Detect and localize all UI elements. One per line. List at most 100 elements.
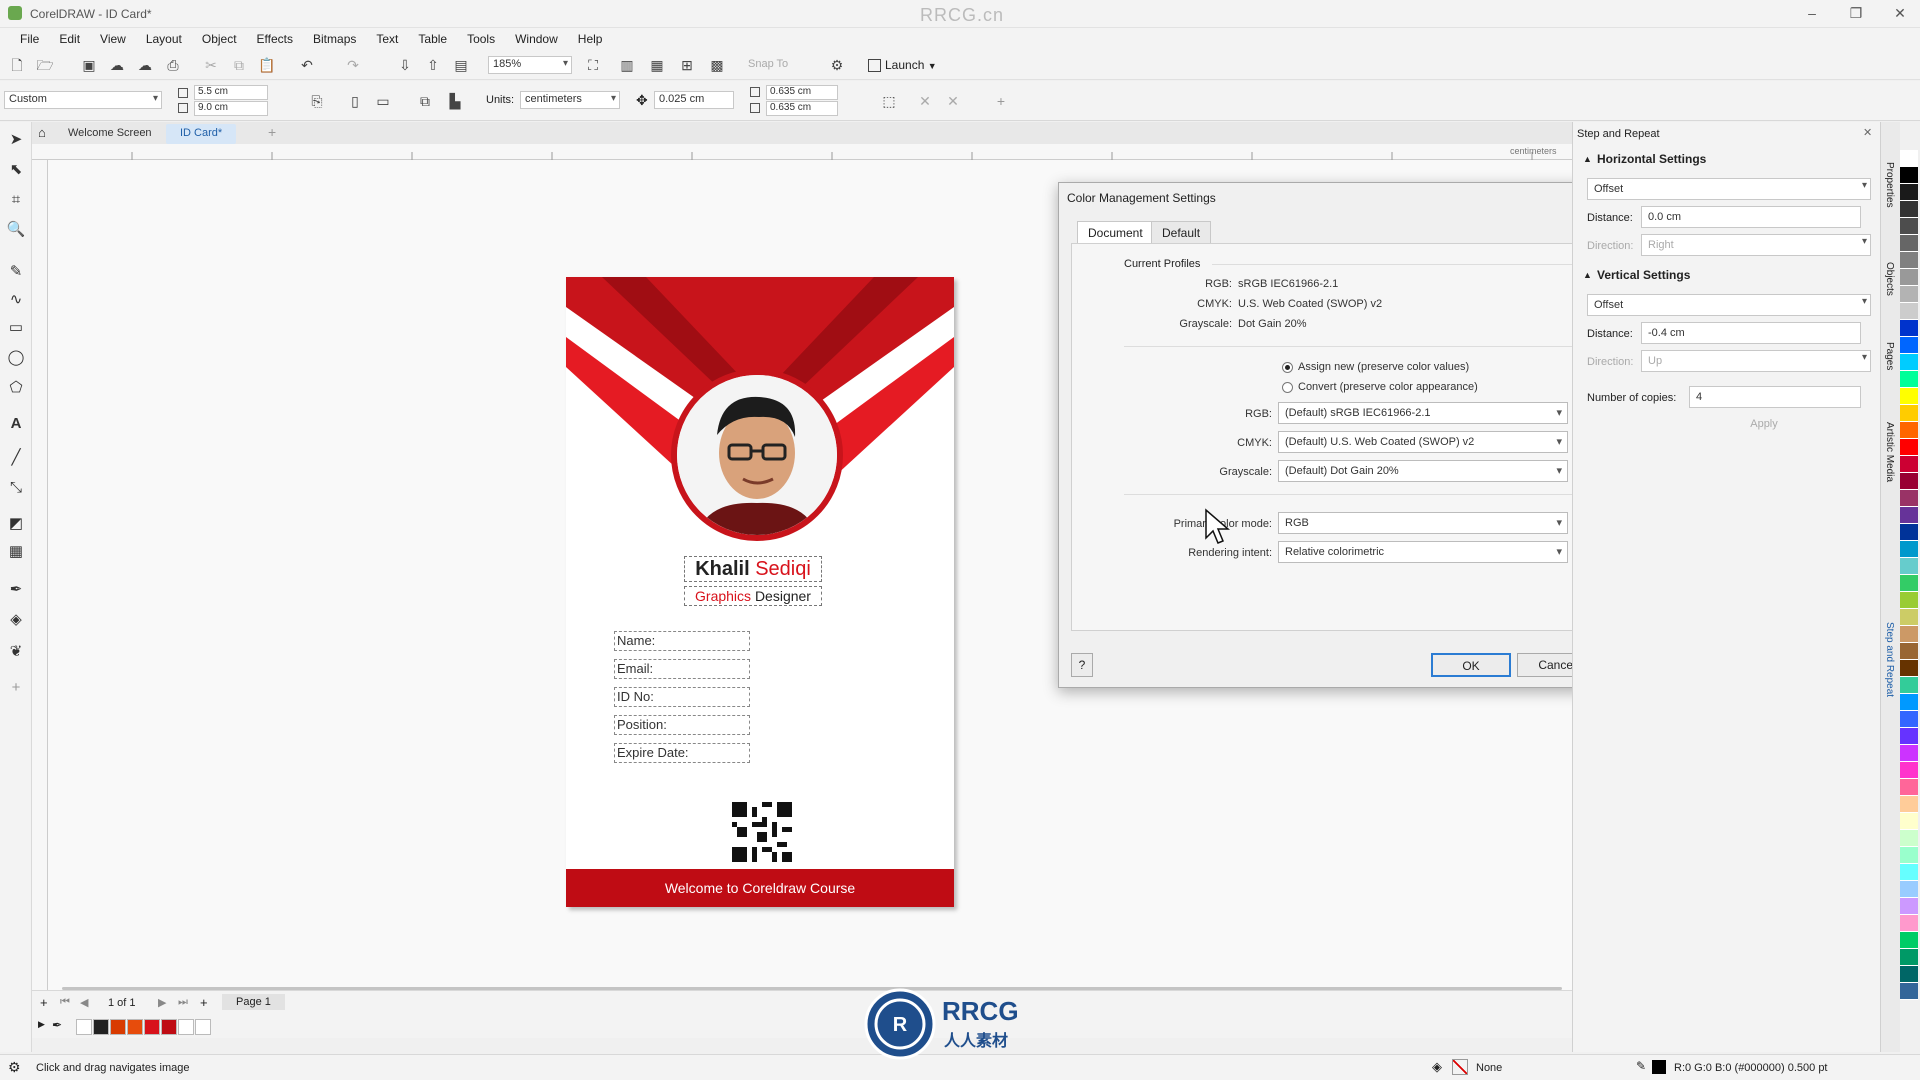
import-icon[interactable]: ⇩ [394, 54, 416, 76]
palette-swatch[interactable] [1900, 269, 1918, 286]
page-border-icon[interactable]: ⬚ [878, 90, 900, 112]
palette-swatch[interactable] [1900, 490, 1918, 507]
palette-swatch[interactable] [1900, 592, 1918, 609]
document-swatch[interactable] [195, 1019, 211, 1035]
copy-icon[interactable]: ⧉ [228, 54, 250, 76]
settings-gear-icon[interactable]: ⚙ [8, 1059, 21, 1076]
card-field-email[interactable]: Email: [614, 659, 750, 679]
palette-swatch[interactable] [1900, 558, 1918, 575]
current-page-size-icon[interactable]: ▙ [444, 90, 466, 112]
fill-tool-icon[interactable]: ◈ [6, 610, 26, 630]
palette-swatch[interactable] [1900, 915, 1918, 932]
palette-swatch[interactable] [1900, 252, 1918, 269]
eyedropper-icon[interactable]: ✒ [52, 1018, 62, 1032]
zoom-tool-icon[interactable]: 🔍 [6, 220, 26, 240]
redo-icon[interactable]: ↷ [342, 54, 364, 76]
add-tool-icon[interactable]: + [6, 678, 26, 698]
card-field-expire-date[interactable]: Expire Date: [614, 743, 750, 763]
menu-window[interactable]: Window [505, 32, 568, 46]
undo-icon[interactable]: ↶ [296, 54, 318, 76]
palette-swatch[interactable] [1900, 524, 1918, 541]
docker-close-icon[interactable]: ✕ [1863, 126, 1872, 139]
card-person-name[interactable]: Khalil Sediqi [684, 556, 822, 582]
save-icon[interactable]: ▣ [78, 54, 100, 76]
print-icon[interactable]: ⎙ [162, 54, 184, 76]
palette-swatch[interactable] [1900, 388, 1918, 405]
grid-icon[interactable]: ▩ [706, 54, 728, 76]
palette-swatch[interactable] [1900, 728, 1918, 745]
docker-tab-pages[interactable]: Pages [1884, 342, 1895, 370]
publish-pdf-icon[interactable]: ▤ [450, 54, 472, 76]
docker-tab-objects[interactable]: Objects [1884, 262, 1895, 296]
vertical-mode-select[interactable]: Offset [1587, 294, 1871, 316]
palette-swatch[interactable] [1900, 643, 1918, 660]
vertical-ruler[interactable] [32, 160, 48, 990]
smart-fill-icon[interactable]: ❦ [6, 642, 26, 662]
text-tool-icon[interactable]: A [6, 414, 26, 434]
zoom-page-icon[interactable]: ⛶ [582, 54, 604, 76]
prev-page-icon[interactable]: ◀ [80, 996, 88, 1009]
apply-button[interactable]: Apply [1719, 414, 1809, 434]
tab-default[interactable]: Default [1151, 221, 1212, 243]
palette-swatch[interactable] [1900, 575, 1918, 592]
palette-swatch[interactable] [1900, 796, 1918, 813]
document-swatch[interactable] [110, 1019, 126, 1035]
palette-swatch[interactable] [1900, 609, 1918, 626]
page-height-input[interactable]: 9.0 cm [194, 101, 268, 116]
document-swatch[interactable] [76, 1019, 92, 1035]
last-page-icon[interactable]: ⏭ [178, 996, 188, 1009]
document-swatch[interactable] [93, 1019, 109, 1035]
menu-text[interactable]: Text [366, 32, 408, 46]
collapse-icon[interactable]: ▲ [1583, 270, 1592, 280]
horizontal-scrollbar[interactable] [62, 987, 1562, 990]
cmyk-profile-select[interactable]: (Default) U.S. Web Coated (SWOP) v2 [1278, 431, 1568, 453]
transparency-tool-icon[interactable]: ▦ [6, 542, 26, 562]
palette-swatch[interactable] [1900, 201, 1918, 218]
palette-swatch[interactable] [1900, 337, 1918, 354]
palette-swatch[interactable] [1900, 966, 1918, 983]
card-field-position[interactable]: Position: [614, 715, 750, 735]
palette-swatch[interactable] [1900, 303, 1918, 320]
document-swatch[interactable] [178, 1019, 194, 1035]
palette-swatch[interactable] [1900, 235, 1918, 252]
all-pages-icon[interactable]: ⎘ [306, 90, 328, 112]
palette-swatch[interactable] [1900, 864, 1918, 881]
convert-label[interactable]: Convert (preserve color appearance) [1298, 381, 1478, 393]
document-swatch[interactable] [127, 1019, 143, 1035]
restore-button[interactable]: ❐ [1846, 4, 1866, 22]
rulers-icon[interactable]: ▦ [646, 54, 668, 76]
palette-swatch[interactable] [1900, 167, 1918, 184]
palette-swatch[interactable] [1900, 626, 1918, 643]
new-document-icon[interactable]: 🗋 [6, 54, 28, 76]
document-swatch[interactable] [161, 1019, 177, 1035]
tab-id-card[interactable]: ID Card* [166, 124, 237, 144]
close-window-button[interactable]: ✕ [1890, 4, 1910, 22]
all-pages-size-icon[interactable]: ⧉ [414, 90, 436, 112]
minimize-button[interactable]: – [1802, 4, 1822, 22]
options-gear-icon[interactable]: ⚙ [826, 54, 848, 76]
v-direction-select[interactable]: Up [1641, 350, 1871, 372]
polygon-tool-icon[interactable]: ⬠ [6, 378, 26, 398]
h-direction-select[interactable]: Right [1641, 234, 1871, 256]
cloud-upload-icon[interactable]: ☁ [106, 54, 128, 76]
v-distance-input[interactable]: -0.4 cm [1641, 322, 1861, 344]
pick-tool-icon[interactable]: ➤ [6, 130, 26, 150]
menu-edit[interactable]: Edit [49, 32, 90, 46]
launch-button[interactable]: Launch ▼ [864, 56, 941, 76]
palette-swatch[interactable] [1900, 898, 1918, 915]
first-page-icon[interactable]: ⏮ [60, 996, 70, 1009]
palette-swatch[interactable] [1900, 184, 1918, 201]
snap-icon[interactable]: ✕ [914, 90, 936, 112]
palette-swatch[interactable] [1900, 660, 1918, 677]
palette-swatch[interactable] [1900, 677, 1918, 694]
palette-swatch[interactable] [1900, 932, 1918, 949]
nudge-distance-input[interactable]: 0.025 cm [654, 91, 734, 109]
card-footer-banner[interactable]: Welcome to Coreldraw Course [566, 869, 954, 907]
palette-swatch[interactable] [1900, 150, 1918, 167]
snap-off-icon[interactable]: ✕ [942, 90, 964, 112]
connector-tool-icon[interactable]: ╱ [6, 448, 26, 468]
add-page-end-icon[interactable]: + [200, 995, 208, 1010]
menu-view[interactable]: View [90, 32, 136, 46]
menu-help[interactable]: Help [568, 32, 613, 46]
assign-new-label[interactable]: Assign new (preserve color values) [1298, 361, 1469, 373]
